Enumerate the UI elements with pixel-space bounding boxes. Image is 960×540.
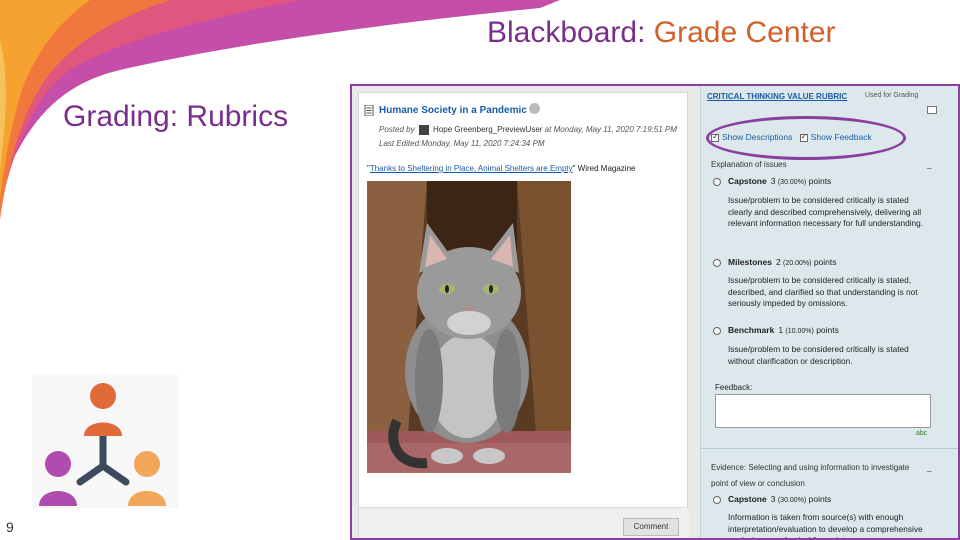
- feedback-label: Feedback:: [715, 383, 753, 392]
- slide-title: Blackboard: Grade Center: [487, 16, 836, 50]
- divider: [701, 448, 958, 449]
- post-date: at Monday, May 11, 2020 7:19:51 PM: [544, 125, 677, 135]
- milestones-radio[interactable]: [713, 258, 721, 267]
- cat-photo: [367, 181, 571, 473]
- post-quote: "Thanks to Sheltering in Place, Animal S…: [367, 164, 635, 173]
- post-meta-posted: Posted by Hope Greenberg_PreviewUser at …: [379, 125, 677, 135]
- criterion-heading-2-line2: point of view or conclusion: [711, 479, 805, 488]
- rubric-level-row[interactable]: Benchmark 1 (10.00%) points: [713, 325, 839, 335]
- level-points: 1: [778, 325, 784, 335]
- level-description: Issue/problem to be considered criticall…: [728, 344, 909, 366]
- collapse-dash[interactable]: _: [927, 463, 931, 472]
- post-last-edited: Last Edited:Monday, May 11, 2020 7:24:34…: [379, 139, 545, 148]
- capstone-radio[interactable]: [713, 177, 721, 186]
- level-percent: (30.00%): [777, 179, 807, 186]
- level-points: 3: [770, 494, 776, 504]
- slide-title-prefix: Blackboard:: [487, 16, 654, 49]
- level-description: Issue/problem to be considered criticall…: [728, 195, 924, 228]
- level-name: Capstone: [728, 494, 767, 504]
- rubric-used-for: Used for Grading: [865, 92, 919, 99]
- document-icon: [364, 105, 374, 116]
- benchmark-radio[interactable]: [713, 326, 721, 335]
- level-name: Benchmark: [728, 325, 775, 335]
- level-percent: (30.00%): [777, 497, 807, 504]
- comment-button[interactable]: Comment: [623, 518, 679, 536]
- quote-source: " Wired Magazine: [572, 164, 636, 173]
- avatar: [418, 125, 429, 135]
- discussion-post: Humane Society in a Pandemic Posted by H…: [358, 92, 689, 538]
- checkmark-circle-icon[interactable]: [529, 103, 540, 114]
- level-points: 3: [770, 176, 776, 186]
- criterion-heading-2: Evidence: Selecting and using informatio…: [711, 463, 910, 472]
- post-footer: Comment: [359, 507, 689, 538]
- level-unit: points: [813, 257, 837, 267]
- spellcheck-icon[interactable]: abc: [916, 430, 927, 437]
- level-points: 2: [775, 257, 781, 267]
- rubric-level-row[interactable]: Capstone 3 (30.00%) points: [713, 176, 831, 186]
- criterion-heading-1: Explanation of issues: [711, 160, 787, 169]
- level-description: Information is taken from source(s) with…: [728, 512, 923, 540]
- rubric-title-link[interactable]: CRITICAL THINKING VALUE RUBRIC: [707, 92, 847, 101]
- level-unit: points: [816, 325, 839, 335]
- collapse-dash[interactable]: _: [927, 160, 931, 169]
- posted-by-label: Posted by: [379, 125, 415, 135]
- slide: Blackboard: Grade Center Grading: Rubric…: [0, 0, 960, 540]
- highlight-oval: [706, 116, 906, 160]
- post-title[interactable]: Humane Society in a Pandemic: [379, 105, 527, 116]
- rubric-level-row[interactable]: Milestones 2 (20.00%) points: [713, 257, 837, 267]
- blackboard-screenshot: Humane Society in a Pandemic Posted by H…: [350, 84, 960, 540]
- level-description: Issue/problem to be considered criticall…: [728, 275, 918, 308]
- people-network-icon: [32, 374, 178, 508]
- expand-window-icon[interactable]: [927, 106, 937, 114]
- post-author: Hope Greenberg_PreviewUser: [433, 125, 543, 135]
- level-name: Capstone: [728, 176, 767, 186]
- level-unit: points: [808, 176, 832, 186]
- level-percent: (20.00%): [783, 260, 812, 267]
- article-link[interactable]: Thanks to Sheltering in Place, Animal Sh…: [370, 164, 573, 173]
- feedback-textarea[interactable]: [715, 394, 931, 428]
- rubric-level-row[interactable]: Capstone 3 (30.00%) points: [713, 494, 831, 504]
- level-name: Milestones: [728, 257, 772, 267]
- slide-title-accent: Grade Center: [653, 16, 836, 49]
- level-unit: points: [808, 494, 832, 504]
- level-percent: (10.00%): [785, 328, 814, 335]
- slide-subtitle: Grading: Rubrics: [63, 100, 289, 133]
- capstone-radio[interactable]: [713, 495, 721, 504]
- slide-number: 9: [6, 519, 14, 535]
